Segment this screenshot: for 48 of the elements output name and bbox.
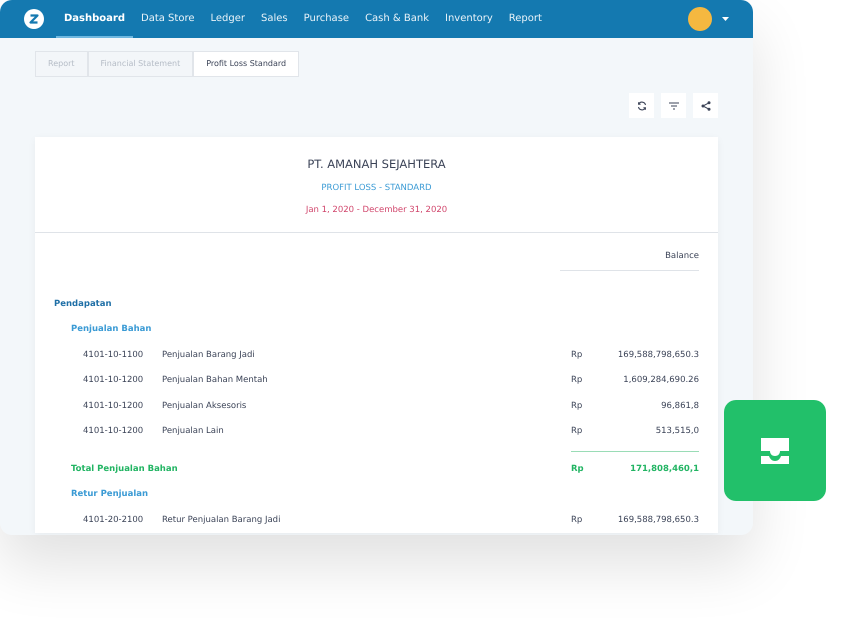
refresh-icon <box>636 100 646 110</box>
amount: 1,609,284,690.26 <box>622 375 699 386</box>
currency-label: Rp <box>571 375 584 386</box>
share-button[interactable] <box>693 93 718 118</box>
refresh-button[interactable] <box>629 93 654 118</box>
group-label: Penjualan Bahan <box>71 324 152 334</box>
currency-label: Rp <box>571 400 584 411</box>
report-title: PROFIT LOSS - STANDARD <box>321 183 432 193</box>
currency-label: Rp <box>571 514 584 525</box>
amount: 169,588,798,650.3 <box>616 350 699 360</box>
amount: 96,861,8 <box>660 400 699 411</box>
total-amount: 171,808,460,1 <box>601 451 699 486</box>
currency-label: Rp <box>571 426 584 436</box>
account-code: 4101-10-1200 <box>82 375 144 386</box>
balance-header: Balance <box>560 251 699 271</box>
nav-tab[interactable]: Cash & Bank <box>357 0 437 38</box>
amount: 169,588,798,650.3 <box>616 514 699 525</box>
account-name: Retur Penjualan Barang Jadi <box>162 514 282 525</box>
nav-tab[interactable]: Sales <box>253 0 296 38</box>
report-period: Jan 1, 2020 - December 31, 2020 <box>306 205 448 215</box>
nav-tab[interactable]: Dashboard <box>56 0 133 38</box>
account-code: 4101-10-1100 <box>82 350 144 360</box>
share-icon <box>700 100 710 110</box>
account-code: 4101-10-1200 <box>82 426 144 436</box>
account-name: Penjualan Lain <box>162 426 225 436</box>
nav-tab[interactable]: Ledger <box>202 0 254 38</box>
avatar[interactable] <box>688 7 712 31</box>
breadcrumb-item[interactable]: Profit Loss Standard <box>193 51 300 77</box>
nav-tab[interactable]: Inventory <box>437 0 501 38</box>
section-label: Pendapatan <box>54 298 112 309</box>
amount: 513,515,0 <box>654 426 699 436</box>
account-code: 4101-20-2100 <box>82 514 144 525</box>
account-name: Penjualan Aksesoris <box>162 400 248 411</box>
account-name: Penjualan Barang Jadi <box>162 350 256 360</box>
currency-label: Rp <box>571 350 584 360</box>
nav-tab[interactable]: Purchase <box>296 0 358 38</box>
total-label: Total Penjualan Bahan <box>70 464 179 474</box>
nav-tab[interactable]: Report <box>500 0 550 38</box>
nav-tab[interactable]: Data Store <box>133 0 202 38</box>
group-label: Retur Penjualan <box>71 489 148 500</box>
filter-icon <box>668 102 678 110</box>
filter-button[interactable] <box>661 93 686 118</box>
company-name: PT. AMANAH SEJAHTERA <box>307 157 446 171</box>
logo-icon <box>24 9 44 29</box>
account-code: 4101-10-1200 <box>82 400 144 411</box>
account-name: Penjualan Bahan Mentah <box>162 375 269 386</box>
caret-icon[interactable] <box>722 17 729 21</box>
currency-label: Rp <box>571 451 601 486</box>
